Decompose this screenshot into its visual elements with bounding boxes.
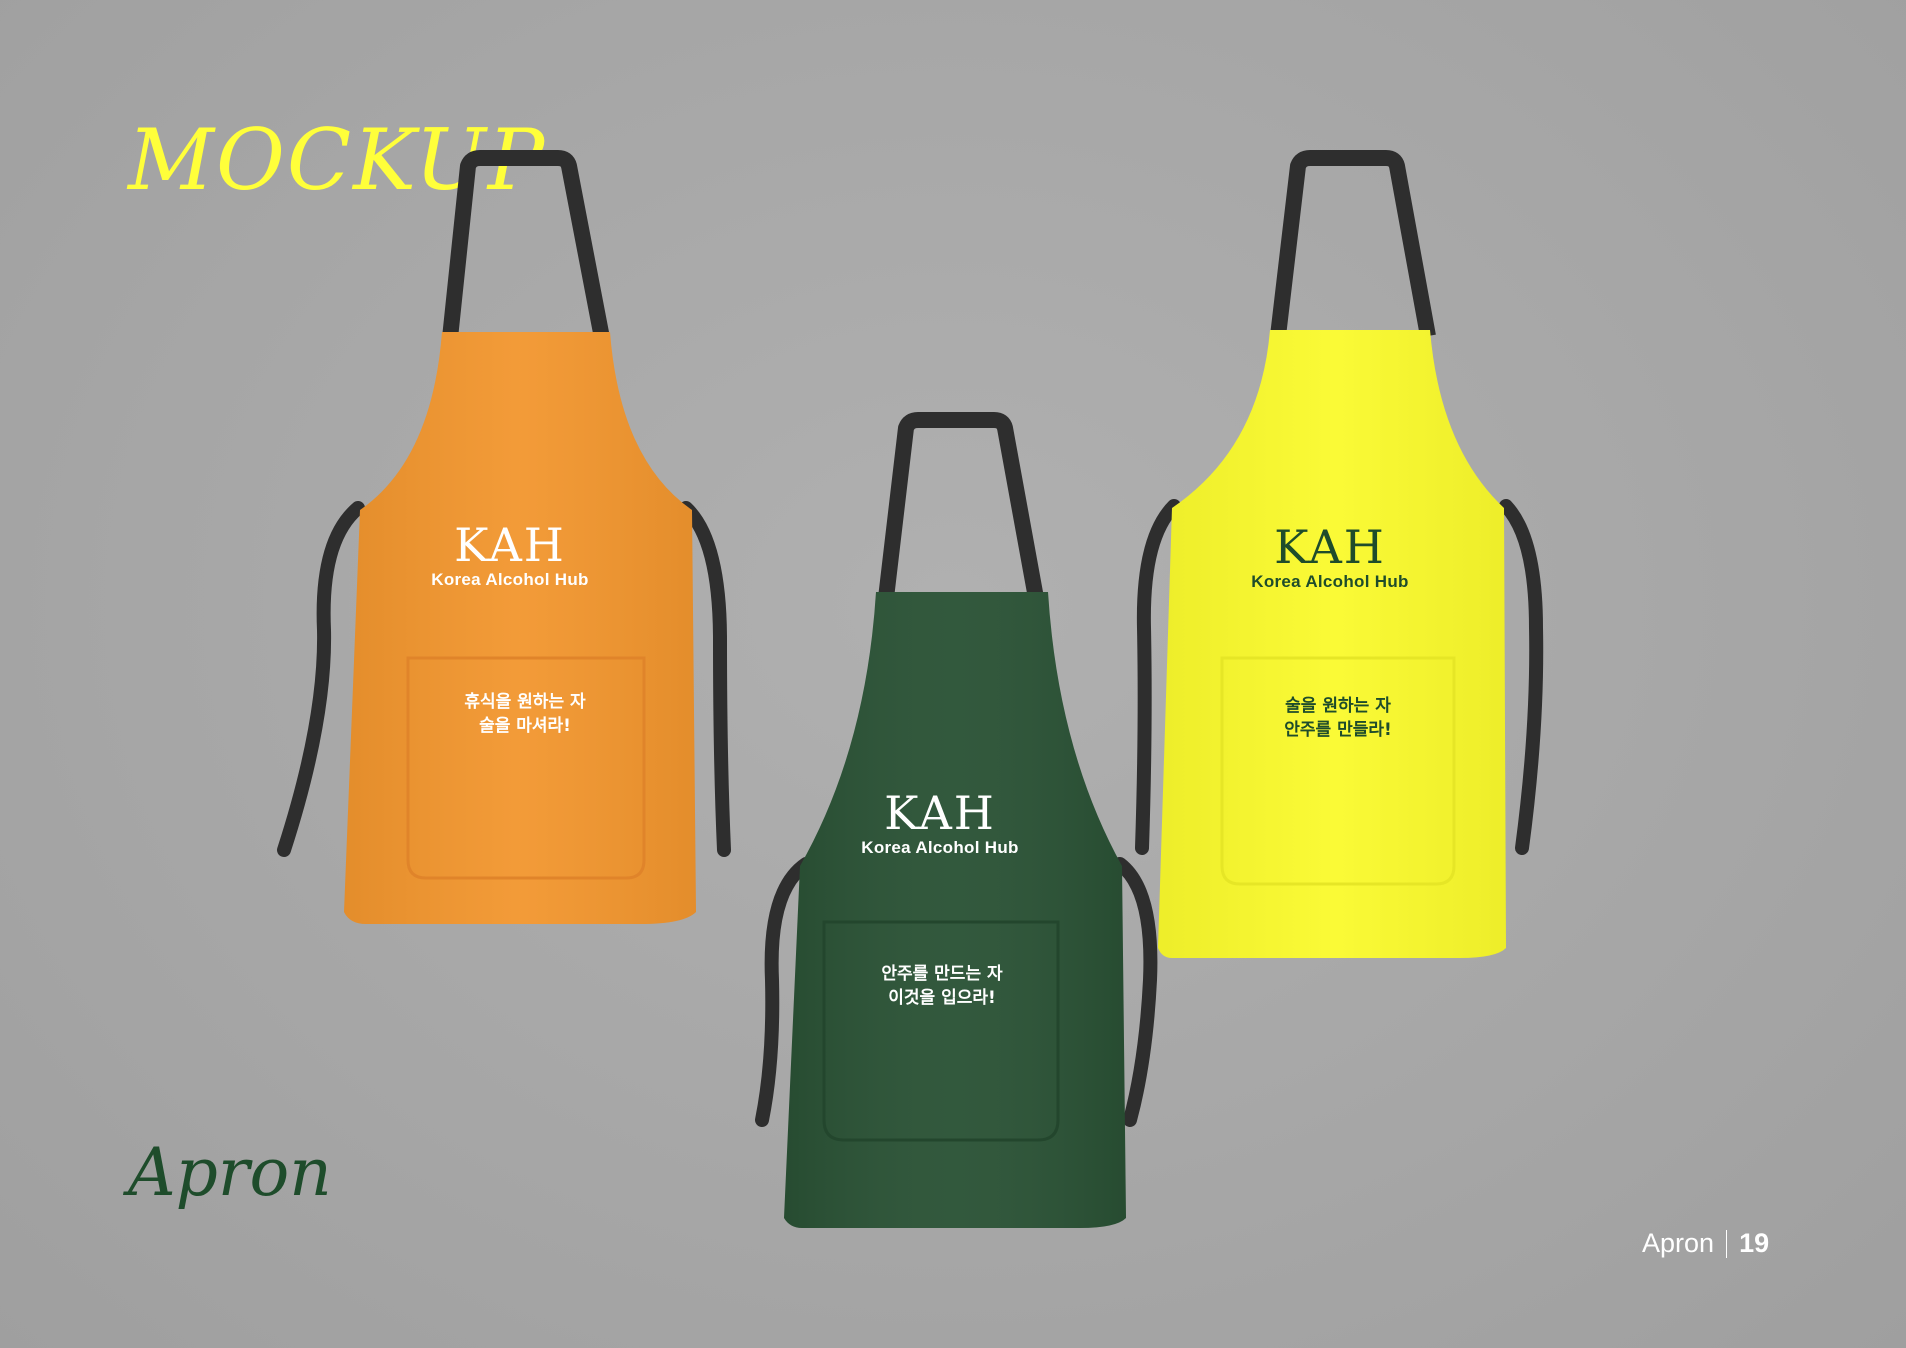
- section-title: Apron: [128, 1134, 332, 1211]
- page-background: MOCKUP KAH Korea Alcohol Hub 휴식을 원하는 자 술…: [0, 0, 1906, 1348]
- apron-orange-slogan: 휴식을 원하는 자 술을 마셔라!: [405, 690, 645, 738]
- page-number: 19: [1739, 1228, 1770, 1258]
- slogan-line-1: 술을 원하는 자: [1285, 696, 1391, 716]
- apron-green-logo: KAH Korea Alcohol Hub: [810, 790, 1070, 858]
- footer-divider: [1726, 1229, 1728, 1258]
- apron-yellow: KAH Korea Alcohol Hub 술을 원하는 자 안주를 만들라!: [1130, 150, 1550, 958]
- slogan-line-1: 휴식을 원하는 자: [464, 692, 586, 712]
- slogan-line-2: 이것을 입으라!: [888, 988, 996, 1008]
- apron-green-slogan: 안주를 만드는 자 이것을 입으라!: [822, 962, 1062, 1010]
- kah-logo-mark: KAH: [884, 786, 996, 840]
- slogan-line-2: 안주를 만들라!: [1284, 720, 1392, 740]
- apron-orange-logo: KAH Korea Alcohol Hub: [380, 522, 640, 590]
- apron-orange: KAH Korea Alcohol Hub 휴식을 원하는 자 술을 마셔라!: [277, 150, 731, 924]
- apron-yellow-logo: KAH Korea Alcohol Hub: [1200, 524, 1460, 592]
- slogan-line-1: 안주를 만드는 자: [881, 964, 1003, 984]
- brand-name: Korea Alcohol Hub: [861, 838, 1019, 857]
- kah-logo-mark: KAH: [1274, 520, 1386, 574]
- footer-section-label: Apron: [1642, 1228, 1715, 1258]
- page-footer: Apron 19: [1642, 1228, 1769, 1259]
- brand-name: Korea Alcohol Hub: [431, 570, 589, 589]
- slogan-line-2: 술을 마셔라!: [479, 716, 571, 736]
- apron-green: KAH Korea Alcohol Hub 안주를 만드는 자 이것을 입으라!: [740, 412, 1160, 1230]
- brand-name: Korea Alcohol Hub: [1251, 572, 1409, 591]
- kah-logo-mark: KAH: [454, 518, 566, 572]
- apron-yellow-slogan: 술을 원하는 자 안주를 만들라!: [1218, 694, 1458, 742]
